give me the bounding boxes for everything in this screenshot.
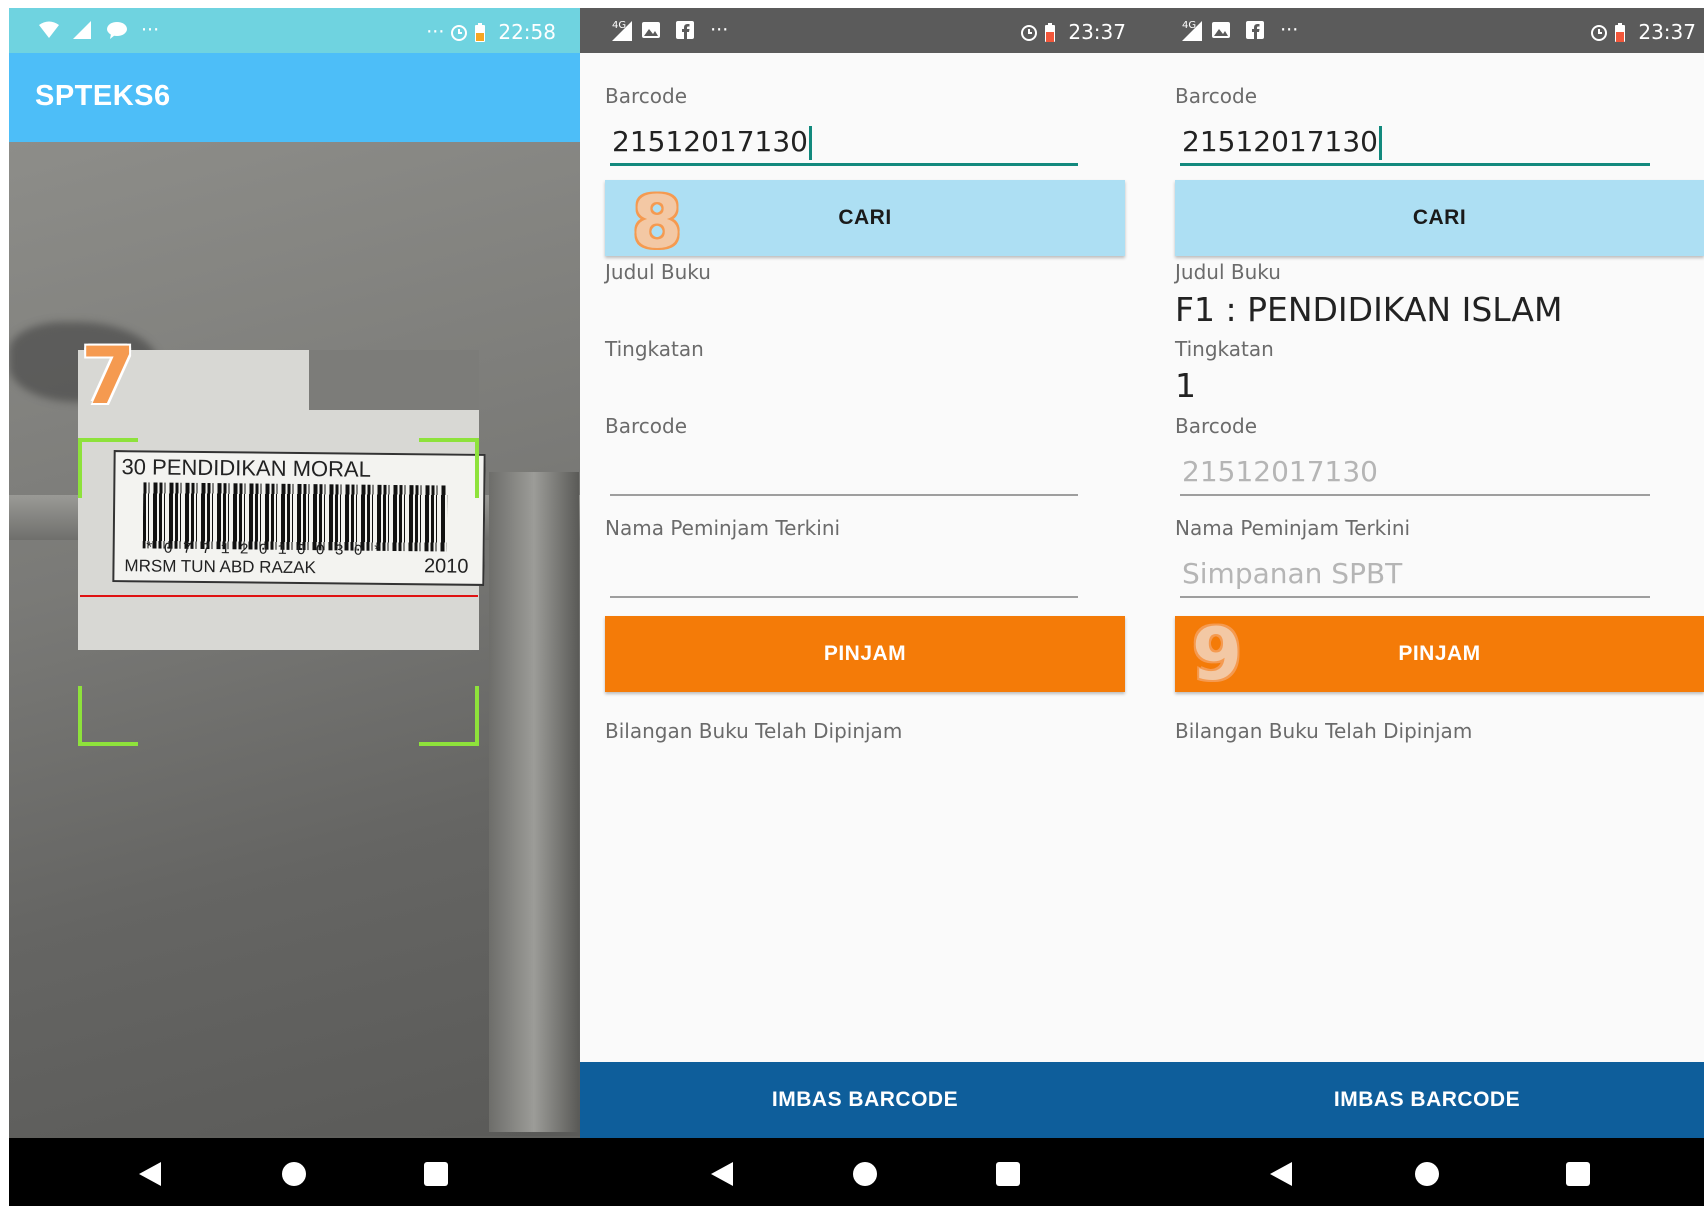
step-annotation: 7	[81, 332, 136, 422]
status-time: 22:58	[498, 20, 556, 44]
level-label: Tingkatan	[1175, 337, 1274, 361]
home-icon[interactable]	[853, 1162, 877, 1186]
text-caret	[808, 126, 812, 160]
book-title-label: Judul Buku	[605, 260, 711, 284]
image-icon	[1212, 21, 1231, 39]
home-icon[interactable]	[1415, 1162, 1439, 1186]
back-icon[interactable]	[139, 1162, 161, 1186]
level-value: 1	[1175, 366, 1196, 405]
book-barcode-value: 21512017130	[1182, 455, 1378, 488]
facebook-icon	[676, 21, 695, 39]
label-year: 2010	[423, 555, 469, 578]
borrower-field[interactable]: Simpanan SPBT	[1180, 554, 1650, 598]
battery-icon	[1614, 23, 1632, 42]
borrow-button[interactable]: PINJAM	[605, 616, 1125, 692]
network-type: 4G	[1182, 19, 1197, 31]
search-screen-empty: 4G ··· 23:37 Barcode 21512017130 CARI 8 …	[580, 8, 1150, 1206]
more-status: ···	[426, 21, 445, 43]
status-time: 23:37	[1068, 20, 1126, 44]
status-bar: ··· ··· 22:58	[9, 8, 580, 53]
scan-corner-top-right	[419, 438, 479, 498]
chat-icon	[107, 21, 127, 39]
scan-corner-bottom-right	[419, 686, 479, 746]
borrower-field[interactable]	[610, 554, 1078, 598]
scan-corner-top-left	[78, 438, 138, 498]
alarm-icon	[1020, 23, 1038, 41]
more-notifications: ···	[1280, 19, 1299, 41]
home-icon[interactable]	[282, 1162, 306, 1186]
borrower-value: Simpanan SPBT	[1182, 557, 1403, 590]
scan-barcode-button[interactable]: IMBAS BARCODE	[580, 1062, 1150, 1138]
navigation-bar	[580, 1138, 1150, 1206]
signal-icon: 4G	[1180, 19, 1202, 41]
wifi-icon	[39, 21, 59, 39]
label-school: MRSM TUN ABD RAZAK	[124, 556, 317, 578]
book-title-label: Judul Buku	[1175, 260, 1281, 284]
marker-clip	[309, 350, 479, 410]
barcode-input-value: 21512017130	[612, 125, 808, 158]
borrow-button[interactable]: PINJAM	[1175, 616, 1704, 692]
barcode-input-value: 21512017130	[1182, 125, 1378, 158]
image-icon	[642, 21, 661, 39]
step-annotation: 8	[632, 180, 683, 264]
app-bar: SPTEKS6	[9, 53, 580, 142]
label-title: 30 PENDIDIKAN MORAL	[121, 454, 372, 482]
recent-apps-icon[interactable]	[996, 1162, 1020, 1186]
scanner-screen: ··· ··· 22:58 SPTEKS6 30 PENDIDIKAN MORA…	[9, 8, 580, 1206]
scan-line	[80, 595, 478, 597]
scan-barcode-button[interactable]: IMBAS BARCODE	[1150, 1062, 1704, 1138]
signal-icon: 4G	[610, 19, 632, 41]
recent-apps-icon[interactable]	[1566, 1162, 1590, 1186]
scan-corner-bottom-left	[78, 686, 138, 746]
book-barcode-label: Barcode	[1175, 414, 1257, 438]
status-bar: 4G ··· 23:37	[1150, 8, 1704, 53]
status-time: 23:37	[1638, 20, 1696, 44]
barcode-label: Barcode	[1175, 84, 1257, 108]
battery-icon	[474, 23, 492, 42]
navigation-bar	[1150, 1138, 1704, 1206]
text-caret	[1378, 126, 1382, 160]
more-notifications: ···	[710, 19, 729, 41]
search-button[interactable]: CARI	[605, 180, 1125, 256]
borrowed-count-label: Bilangan Buku Telah Dipinjam	[1175, 719, 1473, 743]
search-screen-result: 4G ··· 23:37 Barcode 21512017130 CARI Ju…	[1150, 8, 1704, 1206]
battery-icon	[1044, 23, 1062, 42]
whiteboard-frame	[489, 472, 579, 1132]
barcode-label: Barcode	[605, 84, 687, 108]
book-title-value: F1 : PENDIDIKAN ISLAM	[1175, 290, 1563, 329]
book-barcode-field[interactable]	[610, 452, 1078, 496]
step-annotation: 9	[1192, 612, 1243, 696]
signal-icon	[73, 21, 91, 39]
search-button[interactable]: CARI	[1175, 180, 1704, 256]
borrowed-count-label: Bilangan Buku Telah Dipinjam	[605, 719, 903, 743]
borrower-label: Nama Peminjam Terkini	[1175, 516, 1411, 540]
back-icon[interactable]	[1270, 1162, 1292, 1186]
barcode-input[interactable]: 21512017130	[610, 122, 1078, 166]
book-barcode-label: Barcode	[605, 414, 687, 438]
back-icon[interactable]	[711, 1162, 733, 1186]
level-label: Tingkatan	[605, 337, 704, 361]
alarm-icon	[450, 23, 468, 41]
app-title: SPTEKS6	[35, 80, 171, 112]
borrower-label: Nama Peminjam Terkini	[605, 516, 841, 540]
barcode-input[interactable]: 21512017130	[1180, 122, 1650, 166]
alarm-icon	[1590, 23, 1608, 41]
more-notifications: ···	[141, 19, 160, 41]
book-barcode-field[interactable]: 21512017130	[1180, 452, 1650, 496]
status-bar: 4G ··· 23:37	[580, 8, 1150, 53]
facebook-icon	[1246, 21, 1265, 39]
navigation-bar	[9, 1138, 580, 1206]
recent-apps-icon[interactable]	[424, 1162, 448, 1186]
network-type: 4G	[612, 19, 627, 31]
